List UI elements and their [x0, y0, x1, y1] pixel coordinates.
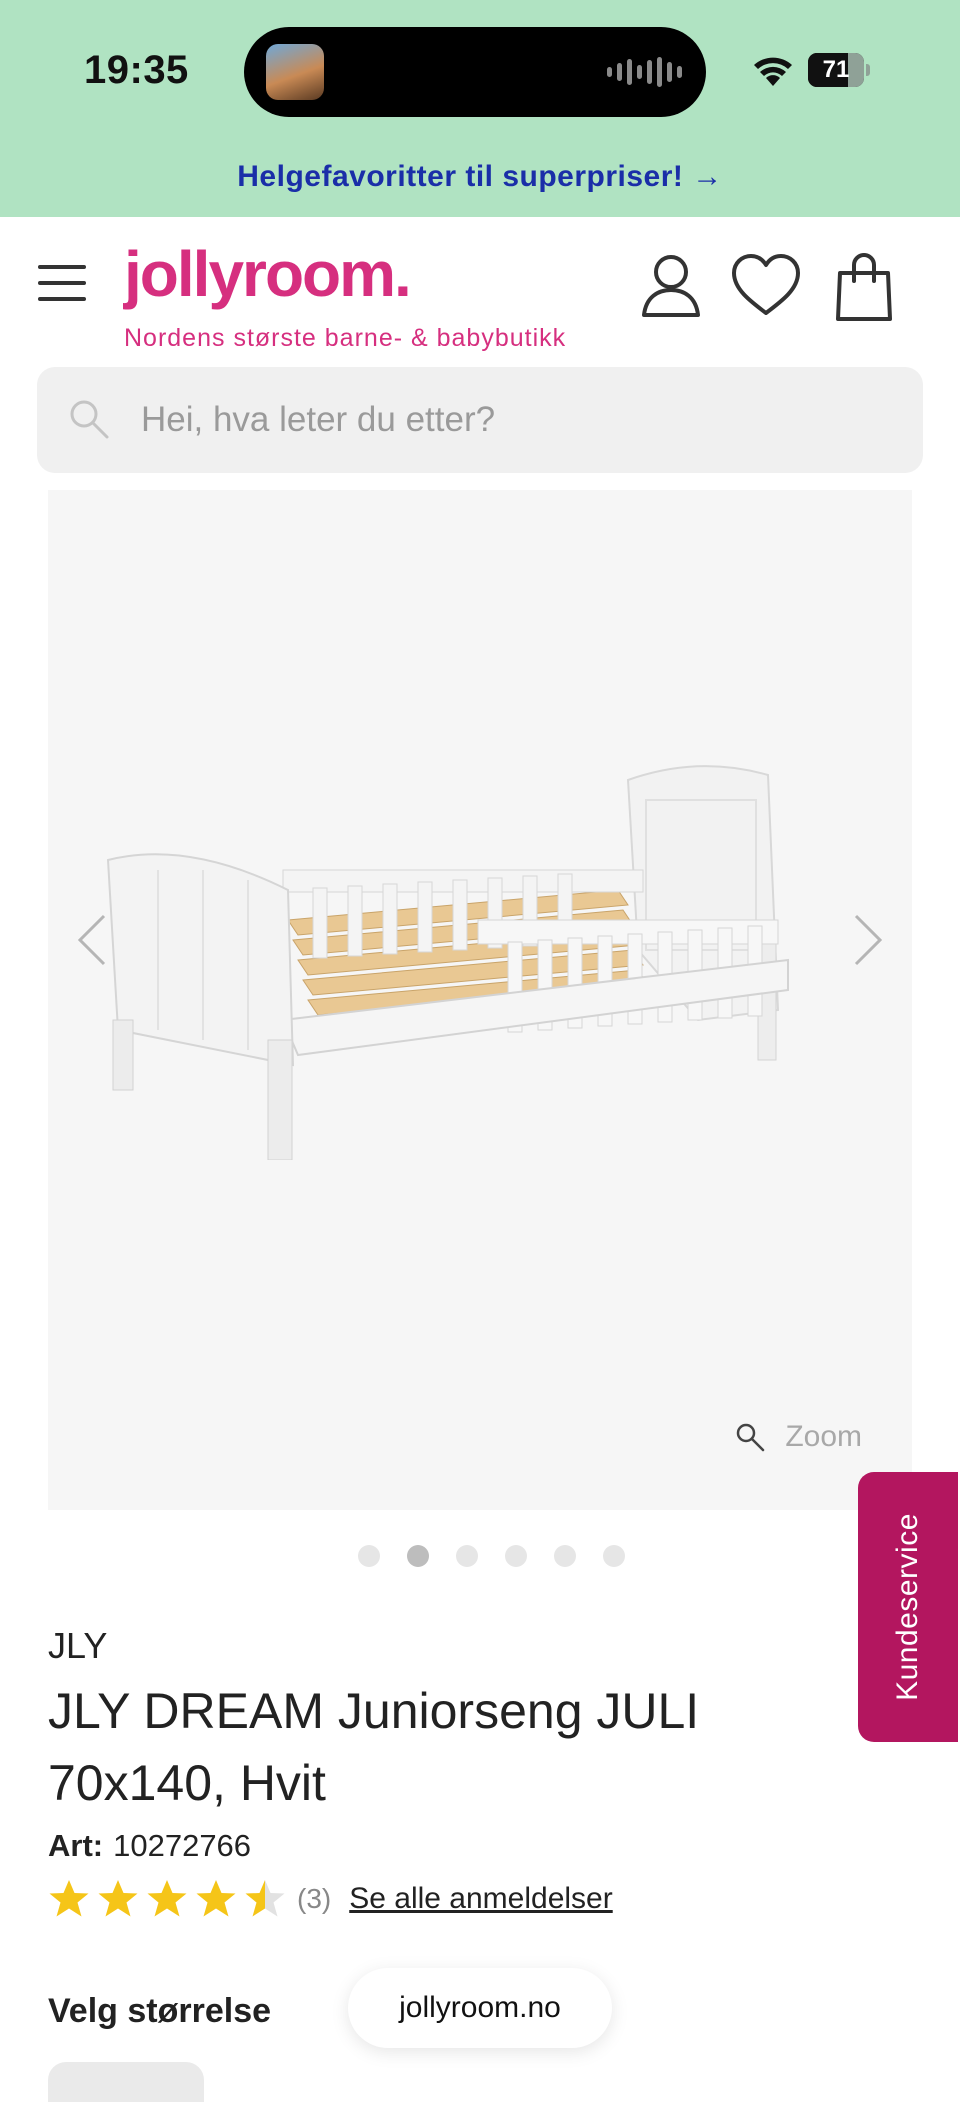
now-playing-artwork [266, 44, 324, 100]
next-image-chevron-icon[interactable] [848, 910, 888, 970]
product-rating[interactable]: (3) Se alle anmeldelser [48, 1878, 613, 1920]
product-brand[interactable]: JLY [48, 1625, 107, 1667]
hamburger-menu-icon[interactable] [38, 265, 86, 301]
dynamic-island[interactable] [244, 27, 706, 117]
previous-image-chevron-icon[interactable] [72, 910, 112, 970]
customer-service-label: Kundeservice [891, 1513, 924, 1701]
pagination-dot[interactable] [456, 1545, 478, 1567]
site-header: jollyroom. Nordens største barne- & baby… [0, 217, 960, 367]
size-selector-label: Velg størrelse [48, 1992, 272, 2030]
site-tagline: Nordens største barne- & babybutikk [124, 324, 567, 352]
product-image-gallery[interactable]: Zoom [48, 490, 912, 1510]
pagination-dot[interactable] [603, 1545, 625, 1567]
star-icon [245, 1880, 285, 1917]
zoom-button[interactable]: Zoom [735, 1420, 862, 1454]
review-count: (3) [297, 1883, 332, 1914]
star-icon [147, 1880, 187, 1917]
article-number: Art: 10272766 [48, 1828, 251, 1864]
promo-banner-link[interactable]: Helgefavoritter til superpriser! → [0, 160, 960, 194]
see-all-reviews-link[interactable]: Se alle anmeldelser [349, 1882, 612, 1916]
star-icon [196, 1880, 236, 1917]
product-title: JLY DREAM Juniorseng JULI 70x140, Hvit [48, 1683, 700, 1811]
battery-percent: 71 [822, 56, 850, 83]
audio-waveform-icon [607, 57, 682, 87]
site-logo[interactable]: jollyroom. [124, 237, 412, 311]
article-value: 10272766 [113, 1828, 252, 1863]
shopping-bag-icon[interactable] [834, 251, 894, 321]
battery-indicator: 71 [808, 53, 870, 87]
pagination-dot[interactable] [554, 1545, 576, 1567]
size-option[interactable] [48, 2062, 204, 2102]
product-image-junior-bed[interactable] [98, 720, 858, 1160]
zoom-label: Zoom [785, 1420, 862, 1453]
magnifier-icon [737, 1423, 765, 1452]
search-bar[interactable] [37, 367, 923, 473]
status-time: 19:35 [84, 48, 189, 92]
pagination-dot[interactable] [505, 1545, 527, 1567]
wifi-icon [754, 57, 792, 86]
search-input[interactable] [141, 367, 881, 473]
star-icon [49, 1880, 89, 1917]
gallery-pagination-dots [358, 1545, 625, 1567]
pagination-dot[interactable] [358, 1545, 380, 1567]
star-icon [98, 1880, 138, 1917]
account-icon[interactable] [640, 253, 702, 317]
browser-url-bar[interactable]: jollyroom.no [348, 1968, 612, 2048]
article-label: Art: [48, 1828, 104, 1863]
pagination-dot[interactable] [407, 1545, 429, 1567]
wishlist-heart-icon[interactable] [730, 253, 802, 317]
customer-service-tab[interactable]: Kundeservice [858, 1472, 958, 1742]
top-band: 19:35 71 Helgefavoritter til superpriser… [0, 0, 960, 217]
search-icon [70, 400, 109, 439]
